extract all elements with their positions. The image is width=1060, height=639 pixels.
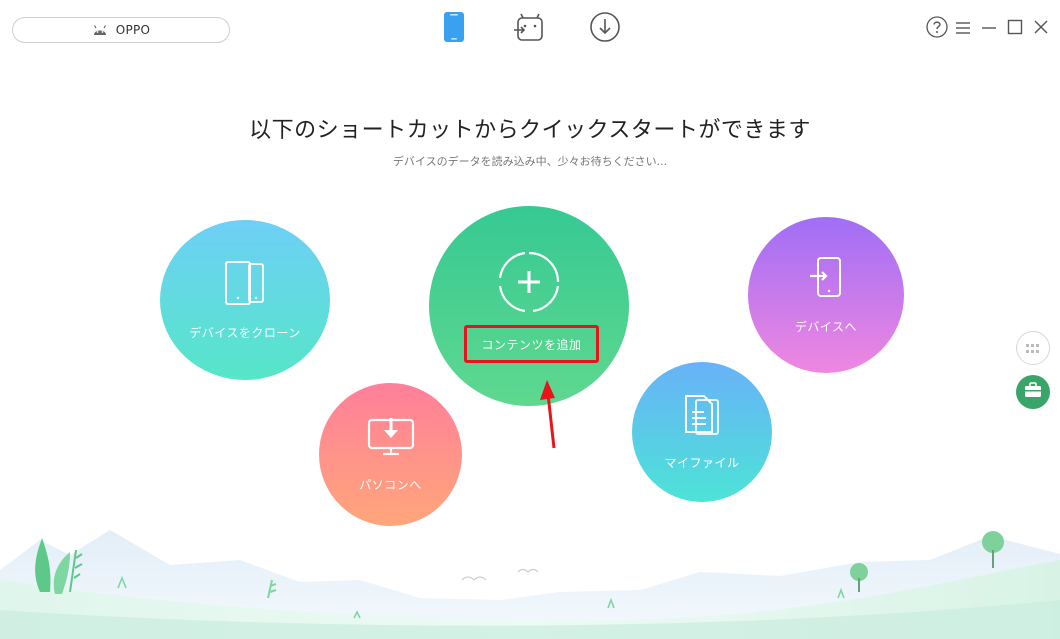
landscape-illustration: [0, 530, 1060, 639]
android-icon: [92, 21, 108, 40]
add-content-label: コンテンツを追加: [481, 337, 582, 352]
monitor-download-icon: [367, 416, 415, 462]
add-circle-icon: [497, 250, 561, 318]
apps-grid-button[interactable]: [1016, 331, 1050, 365]
red-arrow-icon: [540, 380, 556, 449]
device-name: OPPO: [115, 23, 151, 37]
toolbox-icon: [1024, 382, 1042, 402]
page-title: 以下のショートカットからクイックスタートができます: [249, 118, 811, 143]
device-selector[interactable]: OPPO: [12, 17, 230, 43]
add-content-button[interactable]: [429, 206, 629, 406]
to-pc-button[interactable]: パソコンへ: [319, 383, 462, 526]
minimize-icon: [981, 20, 997, 39]
loading-status: デバイスのデータを読み込み中、少々お待ちください...: [392, 155, 668, 168]
document-icon: [682, 394, 722, 440]
tab-downloader[interactable]: [588, 12, 622, 46]
toolbox-button[interactable]: [1016, 375, 1050, 409]
to-device-label: デバイスへ: [794, 319, 858, 334]
clone-device-label: デバイスをクローン: [189, 325, 301, 340]
maximize-icon: [1007, 19, 1023, 39]
grid-icon: [1026, 339, 1040, 358]
my-files-button[interactable]: マイファイル: [632, 362, 772, 502]
android-transfer-icon: [512, 12, 546, 46]
my-files-label: マイファイル: [664, 455, 740, 470]
phone-icon: [442, 11, 466, 47]
add-content-label-highlight[interactable]: コンテンツを追加: [464, 325, 599, 363]
tab-android-mover[interactable]: [512, 12, 546, 46]
close-button[interactable]: [1030, 17, 1052, 41]
help-button[interactable]: [926, 16, 948, 42]
to-pc-label: パソコンへ: [359, 478, 422, 492]
minimize-button[interactable]: [978, 17, 1000, 41]
clone-device-button[interactable]: デバイスをクローン: [160, 220, 330, 380]
help-icon: [926, 16, 948, 42]
close-icon: [1033, 19, 1049, 39]
phone-import-icon: [808, 256, 844, 304]
menu-button[interactable]: [952, 17, 974, 41]
dual-phone-icon: [223, 260, 267, 310]
tab-device-manager[interactable]: [437, 12, 471, 46]
download-icon: [589, 11, 621, 47]
maximize-button[interactable]: [1004, 17, 1026, 41]
window-controls: [926, 16, 1052, 42]
to-device-button[interactable]: デバイスへ: [748, 217, 904, 373]
menu-icon: [955, 20, 971, 39]
